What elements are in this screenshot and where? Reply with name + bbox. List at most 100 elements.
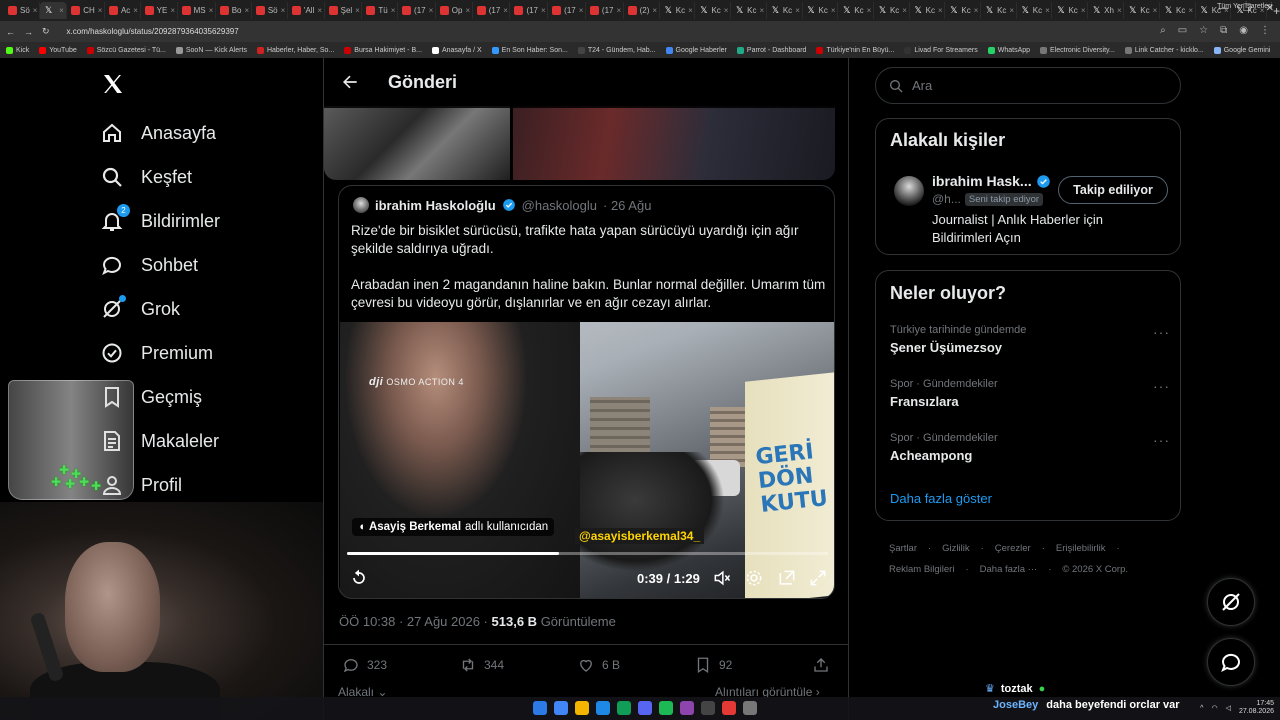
bookmark-item[interactable]: En Son Haber: Son...: [491, 46, 568, 54]
video-attribution[interactable]: ◖ Asayiş Berkemal adlı kullanıcıdan: [352, 518, 555, 536]
tab-close-icon[interactable]: ×: [170, 6, 175, 15]
footer-link[interactable]: Daha fazla ···: [980, 564, 1038, 575]
video-progress-bar[interactable]: [347, 552, 828, 555]
bookmark-item[interactable]: Türkiye'nin En Büyü...: [816, 46, 894, 54]
tab-close-icon[interactable]: ×: [831, 6, 836, 15]
fullscreen-icon[interactable]: [808, 568, 828, 588]
bookmark-item[interactable]: Google Haberler: [665, 46, 727, 54]
author-name[interactable]: ibrahim Haskoloğlu: [375, 198, 496, 213]
browser-tab[interactable]: Şel ×: [325, 2, 363, 19]
like-button[interactable]: 6 B: [577, 656, 620, 674]
more-options-icon[interactable]: ···: [1153, 324, 1170, 340]
tab-close-icon[interactable]: ×: [1009, 6, 1014, 15]
replay-icon[interactable]: [349, 568, 369, 588]
browser-tab[interactable]: Sö ×: [4, 2, 41, 19]
trend-item[interactable]: Türkiye tarihinde gündemde Şener Üşümezso…: [890, 324, 1170, 355]
avatar[interactable]: [894, 176, 924, 206]
related-person-handle[interactable]: @h... Seni takip ediyor: [932, 192, 1044, 206]
reply-button[interactable]: 323: [342, 656, 387, 674]
related-person-name[interactable]: ibrahim Hask...: [932, 173, 1051, 189]
video-player[interactable]: GERİ DÖN KUTU dji OSMO ACTION 4 ◖ Asayiş…: [340, 322, 834, 598]
bookmark-item[interactable]: Bursa Hakimiyet - B...: [344, 46, 422, 54]
browser-tab[interactable]: 𝕏 Kc ×: [803, 2, 839, 19]
tab-close-icon[interactable]: ×: [1153, 6, 1158, 15]
browser-tab[interactable]: (17 ×: [398, 2, 436, 19]
bookmark-item[interactable]: T24 - Gündem, Hab...: [577, 46, 656, 54]
trend-item[interactable]: Spor · Gündemdekiler Fransızlara ···: [890, 378, 1170, 409]
footer-link[interactable]: Gizlilik: [942, 543, 969, 554]
quoted-post[interactable]: ibrahim Haskoloğlu @haskologlu · 26 Ağu …: [338, 185, 835, 599]
tab-close-icon[interactable]: ×: [209, 6, 214, 15]
browser-tab[interactable]: 𝕏 Kc ×: [838, 2, 874, 19]
nav-item-premium[interactable]: Premium: [100, 338, 213, 368]
volume-icon[interactable]: [712, 568, 732, 588]
show-more-link[interactable]: Daha fazla göster: [890, 491, 992, 506]
all-bookmarks[interactable]: Tüm Yer İşaretleri: [1217, 3, 1272, 10]
bookmark-item[interactable]: Parrot - Dashboard: [736, 46, 806, 54]
forward-nav-icon[interactable]: →: [24, 27, 33, 37]
bookmark-item[interactable]: Haberler, Haber, So...: [256, 46, 334, 54]
tab-close-icon[interactable]: ×: [902, 6, 907, 15]
browser-tab[interactable]: 𝕏 Kc ×: [660, 2, 696, 19]
browser-tab[interactable]: (2) ×: [624, 2, 660, 19]
browser-tab[interactable]: Bo ×: [216, 2, 252, 19]
browser-tab[interactable]: 𝕏 Kc ×: [695, 2, 732, 19]
browser-tab[interactable]: 'All ×: [288, 2, 325, 19]
search-input[interactable]: [912, 78, 1152, 93]
tab-close-icon[interactable]: ×: [503, 6, 508, 15]
spotify-icon[interactable]: [659, 701, 673, 715]
tab-close-icon[interactable]: ×: [245, 6, 250, 15]
browser-tab[interactable]: 𝕏 Kc ×: [874, 2, 910, 19]
url-field[interactable]: x.com/haskologlu/status/2092879364035629…: [67, 27, 239, 36]
bookmark-item[interactable]: Livad For Streamers: [904, 46, 978, 54]
media-image[interactable]: [324, 106, 510, 180]
bookmark-item[interactable]: Kick: [6, 46, 29, 54]
settings-icon[interactable]: [743, 701, 757, 715]
extensions-icon[interactable]: ⧉: [1220, 25, 1227, 36]
obs-icon[interactable]: [680, 701, 694, 715]
tab-close-icon[interactable]: ×: [1045, 6, 1050, 15]
tab-close-icon[interactable]: ×: [938, 6, 943, 15]
messages-fab-button[interactable]: [1207, 638, 1255, 686]
tab-close-icon[interactable]: ×: [1081, 6, 1086, 15]
tab-close-icon[interactable]: ×: [1117, 6, 1122, 15]
tab-close-icon[interactable]: ×: [759, 6, 764, 15]
footer-link[interactable]: Çerezler: [995, 543, 1031, 554]
new-tab-icon[interactable]: +: [1273, 4, 1280, 18]
share-button[interactable]: [812, 656, 830, 674]
tab-close-icon[interactable]: ×: [98, 6, 103, 15]
tab-close-icon[interactable]: ×: [33, 6, 38, 15]
app-icon[interactable]: [701, 701, 715, 715]
discord-icon[interactable]: [638, 701, 652, 715]
tab-close-icon[interactable]: ×: [616, 6, 621, 15]
avatar[interactable]: [353, 197, 369, 213]
browser-tab[interactable]: 𝕏 ×: [40, 2, 68, 19]
star-icon[interactable]: ☆: [1199, 25, 1208, 36]
browser-tab[interactable]: 𝕏 Kc ×: [1124, 2, 1160, 19]
volume-tray-icon[interactable]: ◁: [1226, 704, 1231, 712]
browser-tab[interactable]: Tü ×: [362, 2, 399, 19]
browser-tab[interactable]: 𝕏 Kc ×: [1017, 2, 1053, 19]
tab-close-icon[interactable]: ×: [133, 6, 138, 15]
tab-close-icon[interactable]: ×: [795, 6, 800, 15]
tab-close-icon[interactable]: ×: [355, 6, 360, 15]
following-button[interactable]: Takip ediliyor: [1058, 176, 1168, 204]
tab-close-icon[interactable]: ×: [541, 6, 546, 15]
file-explorer-icon[interactable]: [575, 701, 589, 715]
nav-item-grok[interactable]: Grok: [100, 294, 180, 324]
steam-icon[interactable]: [617, 701, 631, 715]
repost-button[interactable]: 344: [459, 656, 504, 674]
footer-link[interactable]: Reklam Bilgileri: [889, 564, 954, 575]
tab-close-icon[interactable]: ×: [724, 6, 729, 15]
tab-close-icon[interactable]: ×: [59, 6, 64, 15]
tab-close-icon[interactable]: ×: [465, 6, 470, 15]
author-handle[interactable]: @haskologlu: [522, 198, 597, 213]
search-box[interactable]: [875, 67, 1181, 104]
bookmark-item[interactable]: WhatsApp: [987, 46, 1030, 54]
tab-close-icon[interactable]: ×: [652, 6, 657, 15]
x-logo-icon[interactable]: [101, 72, 125, 96]
nav-item-bildirimler[interactable]: 2 Bildirimler: [100, 204, 220, 236]
install-icon[interactable]: ▭: [1178, 25, 1187, 36]
footer-link[interactable]: Erişilebilirlik: [1056, 543, 1106, 554]
back-nav-icon[interactable]: ←: [6, 27, 15, 37]
